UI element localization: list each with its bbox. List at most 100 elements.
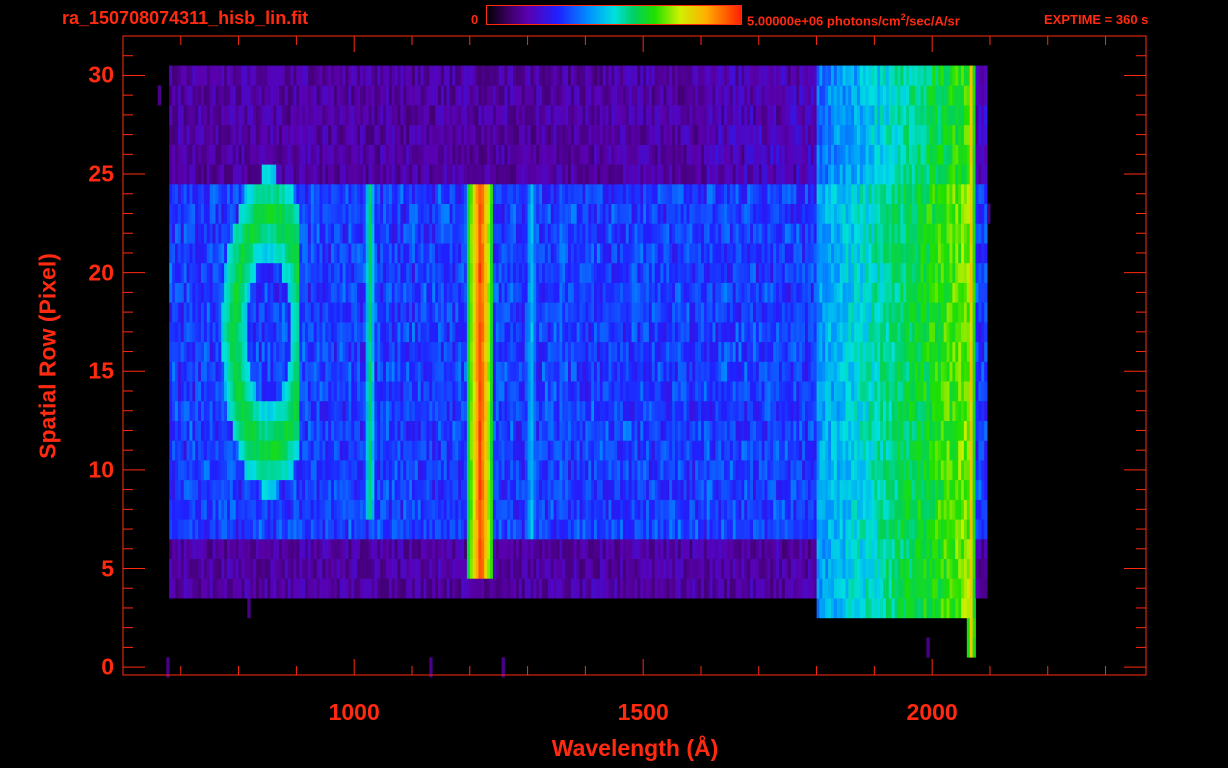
heatmap-cell [784, 381, 789, 402]
heatmap-cell [914, 598, 919, 619]
heatmap-cell [452, 420, 456, 441]
heatmap-cell [244, 341, 248, 362]
heatmap-cell [776, 538, 780, 559]
heatmap-cell [365, 519, 369, 540]
heatmap-cell [516, 479, 520, 500]
heatmap-cell [822, 578, 826, 599]
heatmap-cell [926, 361, 930, 382]
heatmap-cell [594, 479, 598, 500]
heatmap-cell [394, 302, 398, 323]
heatmap-cell [917, 322, 921, 343]
heatmap-cell [880, 558, 884, 579]
heatmap-cell [550, 440, 554, 461]
heatmap-cell [744, 538, 748, 559]
heatmap-cell [177, 262, 182, 283]
heatmap-cell [175, 302, 179, 323]
heatmap-cell [354, 460, 358, 481]
heatmap-cell [440, 381, 445, 402]
heatmap-cell [787, 558, 791, 579]
heatmap-cell [724, 322, 728, 343]
heatmap-cell [831, 400, 835, 421]
heatmap-cell [617, 361, 621, 382]
heatmap-cell [750, 578, 754, 599]
heatmap-cell [244, 558, 248, 579]
heatmap-cell [316, 420, 320, 441]
heatmap-cell [842, 499, 846, 520]
heatmap-cell [429, 302, 433, 323]
heatmap-cell [198, 262, 202, 283]
heatmap-cell [270, 243, 274, 264]
heatmap-cell [507, 519, 511, 540]
heatmap-cell [322, 302, 326, 323]
heatmap-cell [666, 519, 670, 540]
heatmap-cell [880, 282, 884, 303]
heatmap-cell [212, 341, 216, 362]
heatmap-cell [680, 282, 684, 303]
heatmap-cell [388, 519, 393, 540]
heatmap-cell [319, 460, 323, 481]
heatmap-cell [955, 598, 959, 619]
heatmap-cell [594, 578, 598, 599]
heatmap-cell [322, 460, 326, 481]
heatmap-cell [885, 440, 890, 461]
heatmap-cell [640, 282, 644, 303]
heatmap-cell [640, 322, 644, 343]
heatmap-cell [833, 460, 838, 481]
heatmap-cell [764, 400, 768, 421]
heatmap-cell [229, 578, 234, 599]
heatmap-cell [536, 420, 540, 441]
heatmap-cell [588, 538, 592, 559]
heatmap-cell [865, 262, 869, 283]
heatmap-cell [909, 598, 913, 619]
heatmap-cell [189, 578, 193, 599]
heatmap-cell [316, 361, 320, 382]
heatmap-cell [923, 400, 927, 421]
heatmap-cell [544, 460, 549, 481]
heatmap-cell [683, 440, 687, 461]
heatmap-cell [894, 302, 898, 323]
heatmap-cell [464, 479, 468, 500]
heatmap-cell [550, 479, 554, 500]
heatmap-cell [368, 499, 372, 520]
heatmap-cell [438, 322, 442, 343]
heatmap-cell [365, 282, 369, 303]
heatmap-cell [622, 460, 627, 481]
heatmap-cell [576, 440, 580, 461]
heatmap-cell [920, 598, 924, 619]
heatmap-cell [729, 341, 734, 362]
heatmap-cell [750, 558, 754, 579]
heatmap-cell [914, 479, 919, 500]
heatmap-cell [859, 282, 864, 303]
heatmap-cell [299, 420, 303, 441]
heatmap-cell [536, 440, 540, 461]
heatmap-cell [374, 479, 378, 500]
heatmap-cell [799, 341, 803, 362]
heatmap-cell [862, 282, 867, 303]
heatmap-cell [900, 598, 904, 619]
heatmap-cell [978, 322, 982, 343]
heatmap-cell [741, 420, 745, 441]
heatmap-cell [435, 322, 439, 343]
heatmap-cell [227, 479, 231, 500]
heatmap-cell [458, 381, 462, 402]
heatmap-cell [227, 578, 231, 599]
heatmap-cell [937, 381, 942, 402]
heatmap-cell [287, 361, 291, 382]
heatmap-cell [972, 322, 976, 343]
heatmap-cell [284, 538, 289, 559]
heatmap-cell [773, 578, 777, 599]
heatmap-cell [319, 243, 323, 264]
heatmap-cell [518, 341, 523, 362]
heatmap-cell [348, 420, 352, 441]
heatmap-cell [848, 519, 852, 540]
heatmap-cell [209, 519, 213, 540]
heatmap-cell [854, 558, 858, 579]
heatmap-cell [952, 420, 956, 441]
heatmap-cell [842, 440, 846, 461]
heatmap-cell [611, 381, 615, 402]
heatmap-cell [198, 361, 202, 382]
heatmap-cell [423, 479, 427, 500]
heatmap-cell [238, 479, 242, 500]
heatmap-cell [328, 460, 332, 481]
heatmap-cell [175, 322, 179, 343]
